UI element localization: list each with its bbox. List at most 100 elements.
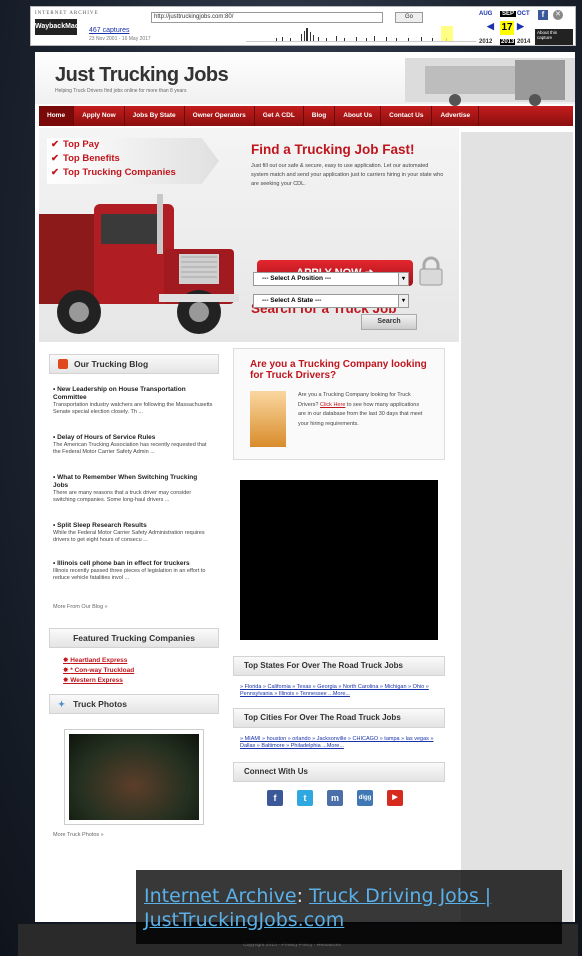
captures-link[interactable]: 467 captures xyxy=(89,27,129,34)
company-link[interactable]: ✸ Heartland Express xyxy=(63,656,127,664)
year-current: 2013 xyxy=(500,39,516,45)
company-link[interactable]: ✸ Western Express xyxy=(63,676,123,684)
blog-item-desc: There are many reasons that a truck driv… xyxy=(53,490,192,503)
recruit-heading: Are you a Trucking Company looking for T… xyxy=(250,359,427,381)
photos-title: Truck Photos xyxy=(73,699,127,709)
nav-owner-operators[interactable]: Owner Operators xyxy=(185,106,255,126)
connect-header: Connect With Us xyxy=(233,762,445,782)
youtube-icon[interactable]: ▶ xyxy=(387,790,403,806)
header-truck-image xyxy=(405,58,575,106)
about-capture-label: About this capture xyxy=(537,30,558,40)
twitter-icon[interactable]: t xyxy=(297,790,313,806)
hero-heading: Find a Trucking Job Fast! xyxy=(251,142,415,157)
nav-jobs-by-state[interactable]: Jobs By State xyxy=(125,106,185,126)
close-icon[interactable]: ✕ xyxy=(553,10,563,20)
more-blog-link[interactable]: More From Our Blog » xyxy=(53,604,108,610)
top-states-header: Top States For Over The Road Truck Jobs xyxy=(233,656,445,676)
video-player[interactable] xyxy=(240,480,438,640)
wayback-toolbar: INTERNET ARCHIVE WaybackMachine 467 capt… xyxy=(30,6,576,46)
year-prev[interactable]: 2012 xyxy=(479,39,492,45)
blog-item[interactable]: Delay of Hours of Service RulesThe Ameri… xyxy=(53,434,213,456)
caption-separator: : xyxy=(296,885,310,907)
digg-icon[interactable]: digg xyxy=(357,790,373,806)
blog-item-title[interactable]: Delay of Hours of Service Rules xyxy=(53,434,213,442)
photos-header: ✦ Truck Photos xyxy=(49,694,219,714)
chevron-down-icon: ▾ xyxy=(398,295,408,307)
website: Just Trucking Jobs Helping Truck Drivers… xyxy=(35,52,575,922)
hero-banner: ✔ Top Pay ✔ Top Benefits ✔ Top Trucking Com… xyxy=(39,128,459,342)
nav-contact-us[interactable]: Contact Us xyxy=(381,106,433,126)
top-states-links[interactable]: » Florida » California » Texas » Georgia… xyxy=(240,684,440,698)
nav-get-a-cdl[interactable]: Get A CDL xyxy=(255,106,304,126)
top-cities-links[interactable]: » MIAMI » houston » orlando » Jacksonvil… xyxy=(240,736,440,750)
go-button[interactable]: Go xyxy=(395,12,423,23)
blog-item[interactable]: Split Sleep Research ResultsWhile the Fe… xyxy=(53,522,213,544)
lock-icon xyxy=(419,256,443,286)
blog-item-title[interactable]: Illinois cell phone ban in effect for tr… xyxy=(53,560,213,568)
blog-item[interactable]: New Leadership on House Transportation C… xyxy=(53,386,213,416)
more-photos-link[interactable]: More Truck Photos » xyxy=(53,832,104,838)
state-select-value: --- Select A State --- xyxy=(262,297,322,304)
blog-header: Our Trucking Blog xyxy=(49,354,219,374)
right-sidebar xyxy=(461,132,573,922)
nav-blog[interactable]: Blog xyxy=(304,106,336,126)
nav-home[interactable]: Home xyxy=(39,106,75,126)
main-nav: Home Apply Now Jobs By State Owner Opera… xyxy=(39,106,573,126)
company-link[interactable]: ✸ * Con-way Truckload xyxy=(63,666,134,674)
check-icon: ✔ xyxy=(51,167,59,178)
site-logo[interactable]: Just Trucking Jobs xyxy=(55,64,229,87)
company-name[interactable]: Western Express xyxy=(70,677,123,684)
nav-about-us[interactable]: About Us xyxy=(335,106,382,126)
blog-item[interactable]: What to Remember When Switching Trucking… xyxy=(53,474,213,504)
blog-item-title[interactable]: Split Sleep Research Results xyxy=(53,522,213,530)
month-current: SEP xyxy=(500,11,517,17)
caption-source-link[interactable]: Internet Archive xyxy=(144,885,297,907)
truck-photo[interactable] xyxy=(64,729,204,825)
month-prev[interactable]: AUG xyxy=(479,11,492,17)
rss-icon xyxy=(58,359,68,369)
company-name[interactable]: Heartland Express xyxy=(70,657,127,664)
wayback-logo-text: WaybackMachine xyxy=(35,23,94,30)
blog-item-desc: Transportation industry watchers are fol… xyxy=(53,402,213,415)
blog-item-title[interactable]: New Leadership on House Transportation C… xyxy=(53,386,213,402)
blog-item-desc: Illinois recently passed three pieces of… xyxy=(53,568,206,581)
about-capture-button[interactable]: About this capture xyxy=(535,29,573,45)
nav-advertise[interactable]: Advertise xyxy=(432,106,480,126)
blog-item-desc: While the Federal Motor Carrier Safety A… xyxy=(53,530,205,543)
building-image xyxy=(250,391,286,447)
top-cities-header: Top Cities For Over The Road Truck Jobs xyxy=(233,708,445,728)
year-next[interactable]: 2014 xyxy=(517,39,530,45)
month-next[interactable]: OCT xyxy=(517,11,530,17)
nav-apply-now[interactable]: Apply Now xyxy=(74,106,125,126)
ia-label: INTERNET ARCHIVE xyxy=(35,11,99,16)
red-truck-image xyxy=(39,194,239,334)
capture-date-range: 23 Nov 2001 - 16 May 2017 xyxy=(89,36,151,42)
facebook-share-icon[interactable]: f xyxy=(538,10,548,20)
state-select[interactable]: --- Select A State --- ▾ xyxy=(253,294,409,308)
click-here-link[interactable]: Click Here xyxy=(320,402,345,408)
myspace-icon[interactable]: m xyxy=(327,790,343,806)
company-name[interactable]: * Con-way Truckload xyxy=(70,667,134,674)
check-icon: ✔ xyxy=(51,153,59,164)
blog-item-title[interactable]: What to Remember When Switching Trucking… xyxy=(53,474,213,490)
featured-header: Featured Trucking Companies xyxy=(49,628,219,648)
facebook-icon[interactable]: f xyxy=(267,790,283,806)
position-select[interactable]: --- Select A Position --- ▾ xyxy=(253,272,409,286)
benefit-text: Top Benefits xyxy=(63,153,120,164)
capture-sparkline[interactable] xyxy=(246,26,476,42)
blog-title: Our Trucking Blog xyxy=(74,359,149,369)
url-input[interactable]: http://justtruckingjobs.com:80/ xyxy=(151,12,383,23)
position-select-value: --- Select A Position --- xyxy=(262,275,332,282)
blog-item[interactable]: Illinois cell phone ban in effect for tr… xyxy=(53,560,213,582)
benefit-text: Top Pay xyxy=(63,139,100,150)
calendar-nav: AUG SEP OCT ◀ 17 ▶ 2012 2013 2014 xyxy=(479,9,531,45)
search-button[interactable]: Search xyxy=(361,314,417,330)
benefits-list: ✔ Top Pay ✔ Top Benefits ✔ Top Trucking Com… xyxy=(47,138,219,184)
wayback-logo[interactable]: WaybackMachine xyxy=(35,19,93,35)
benefit-item: ✔ Top Benefits xyxy=(51,152,219,166)
recruit-text: Are you a Trucking Company looking for T… xyxy=(298,391,428,429)
prev-capture-icon[interactable]: ◀ xyxy=(487,21,494,32)
blog-item-desc: The American Trucking Association has re… xyxy=(53,442,207,455)
next-capture-icon[interactable]: ▶ xyxy=(517,21,524,32)
hero-text: Just fill out our safe & secure, easy to… xyxy=(251,163,444,187)
